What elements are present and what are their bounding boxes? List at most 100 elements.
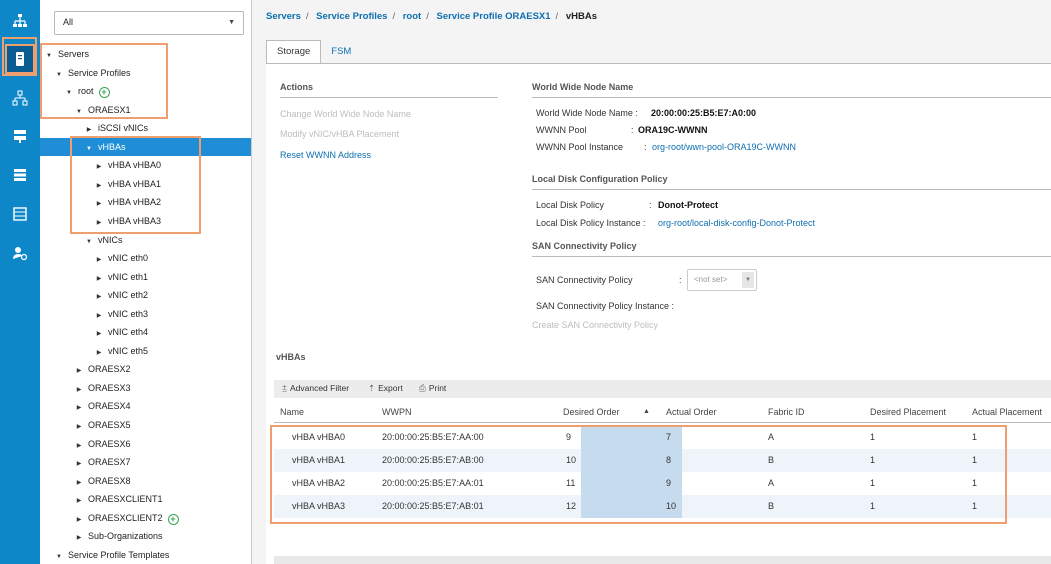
local-disk-instance-link[interactable]: org-root/local-disk-config-Donot-Protect (658, 218, 815, 228)
tree-item[interactable]: ▶ ORAESX4 (40, 397, 251, 417)
expand-down-icon[interactable]: ▼ (84, 233, 94, 251)
servers-icon[interactable] (5, 44, 35, 74)
breadcrumb-servers[interactable]: Servers (266, 11, 301, 22)
expand-down-icon[interactable]: ▼ (74, 103, 84, 121)
tree-item[interactable]: ▶ Sub-Organizations (40, 527, 251, 547)
expand-right-icon[interactable]: ▶ (74, 511, 84, 529)
expand-right-icon[interactable]: ▶ (94, 307, 104, 325)
lan-icon[interactable] (5, 83, 35, 113)
export-button[interactable]: ⇡ Export (368, 383, 403, 394)
tree-item[interactable]: ▶ vNIC eth0 (40, 249, 251, 269)
expand-right-icon[interactable]: ▶ (84, 121, 94, 139)
expand-right-icon[interactable]: ▶ (74, 437, 84, 455)
expand-right-icon[interactable]: ▶ (94, 177, 104, 195)
expand-down-icon[interactable]: ▼ (44, 47, 54, 65)
col-desired-placement[interactable]: Desired Placement (870, 407, 946, 417)
breadcrumb-service-profiles[interactable]: Service Profiles (316, 11, 387, 22)
expand-right-icon[interactable]: ▶ (94, 195, 104, 213)
tree-item[interactable]: ▶ vHBA vHBA1 (40, 175, 251, 195)
cell-actual-order: 8 (666, 455, 672, 465)
tree-item[interactable]: ▼ vHBAs (40, 137, 251, 158)
tree-item[interactable]: ▶ vNIC eth5 (40, 342, 251, 362)
add-icon[interactable]: + (98, 87, 110, 99)
tree-item-label: ORAESX1 (88, 104, 131, 115)
tree-item[interactable]: ▶ iSCSI vNICs (40, 119, 251, 139)
expand-right-icon[interactable]: ▶ (94, 325, 104, 343)
tree-item-label: Service Profile Templates (68, 549, 170, 560)
tree-item[interactable]: ▶ ORAESX3 (40, 379, 251, 399)
col-actual-order[interactable]: Actual Order (666, 407, 717, 417)
table-row[interactable]: vHBA vHBA0 20:00:00:25:B5:E7:AA:00 9 7 A 1 1 (274, 426, 1051, 449)
san-icon[interactable] (5, 121, 35, 151)
col-name[interactable]: Name (280, 407, 304, 417)
tree-item[interactable]: ▶ vHBA vHBA2 (40, 193, 251, 213)
tree-item[interactable]: ▶ vNIC eth2 (40, 286, 251, 306)
tree-filter-select[interactable]: All ▼ (54, 11, 244, 35)
expand-right-icon[interactable]: ▶ (74, 455, 84, 473)
expand-right-icon[interactable]: ▶ (94, 288, 104, 306)
reset-wwnn-link[interactable]: Reset WWNN Address (280, 150, 371, 160)
expand-right-icon[interactable]: ▶ (94, 270, 104, 288)
tree-item[interactable]: ▶ vHBA vHBA3 (40, 212, 251, 232)
tab-fsm[interactable]: FSM (321, 41, 361, 65)
table-row[interactable]: vHBA vHBA3 20:00:00:25:B5:E7:AB:01 12 10 B 1 1 (274, 495, 1051, 518)
col-actual-placement[interactable]: Actual Placement (972, 407, 1042, 417)
tree-item[interactable]: ▼ Service Profile Templates (40, 546, 251, 564)
expand-right-icon[interactable]: ▶ (94, 214, 104, 232)
tree-item-label: vHBA vHBA2 (108, 197, 162, 208)
tree-item[interactable]: ▼ Servers (40, 45, 251, 65)
print-button[interactable]: ⎙ Print (419, 383, 446, 394)
print-label: Print (428, 383, 447, 393)
tree-item[interactable]: ▶ ORAESXCLIENT1 (40, 490, 251, 510)
expand-down-icon[interactable]: ▼ (64, 84, 74, 102)
expand-right-icon[interactable]: ▶ (74, 399, 84, 417)
cell-fabric-id: A (768, 478, 775, 488)
tree-item[interactable]: ▼ vNICs (40, 231, 251, 251)
expand-right-icon[interactable]: ▶ (94, 251, 104, 269)
tree-item[interactable]: ▶ ORAESX6 (40, 435, 251, 455)
col-desired-order[interactable]: Desired Order (563, 407, 620, 417)
tree-item[interactable]: ▶ ORAESX7 (40, 453, 251, 473)
expand-right-icon[interactable]: ▶ (94, 158, 104, 176)
col-fabric-id[interactable]: Fabric ID (768, 407, 805, 417)
tab-storage[interactable]: Storage (266, 40, 322, 64)
table-row[interactable]: vHBA vHBA2 20:00:00:25:B5:E7:AA:01 11 9 A 1 1 (274, 472, 1051, 495)
san-policy-dropdown[interactable]: <not set> ▼ (687, 269, 757, 291)
expand-right-icon[interactable]: ▶ (74, 418, 84, 436)
tree-item[interactable]: ▶ vNIC eth4 (40, 323, 251, 343)
expand-right-icon[interactable]: ▶ (94, 344, 104, 362)
cell-wwpn: 20:00:00:25:B5:E7:AA:00 (382, 432, 484, 442)
admin-icon[interactable] (5, 238, 35, 268)
add-icon[interactable]: + (167, 513, 179, 525)
tree-item[interactable]: ▶ vHBA vHBA0 (40, 156, 251, 176)
expand-right-icon[interactable]: ▶ (74, 529, 84, 547)
tree-item[interactable]: ▼ Service Profiles (40, 64, 251, 84)
tree-item[interactable]: ▶ ORAESX5 (40, 416, 251, 436)
tree-item[interactable]: ▶ ORAESX2 (40, 360, 251, 380)
wwnn-value: 20:00:00:25:B5:E7:A0:00 (651, 108, 757, 118)
tree-item[interactable]: ▶ vNIC eth1 (40, 268, 251, 288)
tree-item[interactable]: ▶ vNIC eth3 (40, 305, 251, 325)
equipment-icon[interactable] (5, 6, 35, 36)
breadcrumb-root[interactable]: root (403, 11, 421, 22)
expand-down-icon[interactable]: ▼ (54, 548, 64, 564)
tree-item[interactable]: ▼ root + (40, 82, 251, 102)
chevron-down-icon: ▼ (228, 19, 235, 26)
chassis-icon[interactable] (5, 199, 35, 229)
expand-right-icon[interactable]: ▶ (74, 492, 84, 510)
vhbas-title: vHBAs (276, 352, 306, 362)
table-row[interactable]: vHBA vHBA1 20:00:00:25:B5:E7:AB:00 10 8 B 1 1 (274, 449, 1051, 472)
tree-item[interactable]: ▶ ORAESXCLIENT2 + (40, 509, 251, 529)
tree-item[interactable]: ▶ ORAESX8 (40, 472, 251, 492)
expand-right-icon[interactable]: ▶ (74, 474, 84, 492)
expand-right-icon[interactable]: ▶ (74, 362, 84, 380)
breadcrumb-service-profile[interactable]: Service Profile ORAESX1 (436, 11, 550, 22)
col-wwpn[interactable]: WWPN (382, 407, 412, 417)
expand-down-icon[interactable]: ▼ (54, 66, 64, 84)
wwnn-pool-instance-link[interactable]: org-root/wwn-pool-ORA19C-WWNN (652, 142, 796, 152)
expand-down-icon[interactable]: ▼ (84, 140, 94, 158)
expand-right-icon[interactable]: ▶ (74, 381, 84, 399)
storage-icon[interactable] (5, 160, 35, 190)
advanced-filter-button[interactable]: ⩲ Advanced Filter (282, 383, 349, 394)
tree-item[interactable]: ▼ ORAESX1 (40, 101, 251, 121)
